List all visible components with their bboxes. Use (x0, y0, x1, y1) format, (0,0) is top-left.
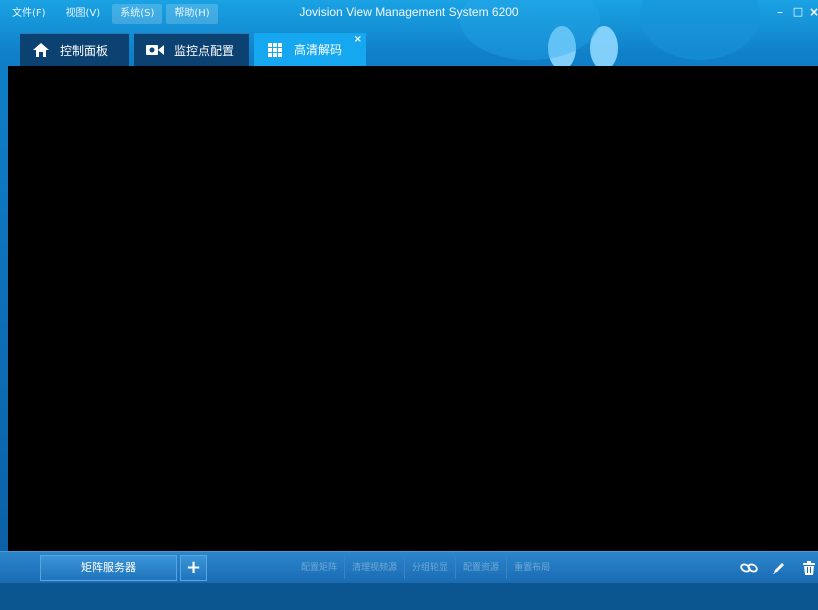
camera-icon (146, 43, 164, 57)
reset-layout-button[interactable]: 重置布局 (507, 557, 557, 579)
link-icon[interactable] (740, 560, 758, 576)
edit-icon[interactable] (770, 560, 788, 576)
configure-matrix-button[interactable]: 配置矩阵 (294, 557, 346, 579)
close-button[interactable]: × (806, 4, 818, 20)
tab-label: 监控点配置 (174, 43, 235, 58)
home-icon (32, 43, 50, 57)
tab-control-panel[interactable]: 控制面板 (20, 33, 129, 66)
video-view-area[interactable] (8, 66, 818, 551)
grid-icon (266, 42, 284, 57)
minimize-button[interactable]: – (772, 4, 788, 20)
title-bar: 文件(F) 视图(V) 系统(S) 帮助(H) Jovision View Ma… (0, 0, 818, 30)
tab-hd-decode[interactable]: 高清解码 × (254, 33, 366, 66)
bottom-toolbar: 矩阵服务器 + 配置矩阵 清理视频源 分组轮显 配置资源 重置布局 (0, 551, 818, 583)
add-button[interactable]: + (180, 555, 207, 581)
group-rotation-button[interactable]: 分组轮显 (405, 557, 457, 579)
delete-icon[interactable] (800, 560, 818, 576)
tab-monitor-config[interactable]: 监控点配置 (134, 33, 249, 66)
app-window: 文件(F) 视图(V) 系统(S) 帮助(H) Jovision View Ma… (0, 0, 818, 610)
status-bar (0, 583, 818, 610)
toolbar-button-group: 配置矩阵 清理视频源 分组轮显 配置资源 重置布局 (294, 557, 557, 579)
matrix-server-button[interactable]: 矩阵服务器 (40, 555, 177, 581)
tab-close-icon[interactable]: × (354, 35, 362, 45)
maximize-button[interactable]: □ (790, 4, 806, 20)
tab-label: 控制面板 (60, 43, 109, 58)
tab-bar: 控制面板 监控点配置 高清解码 × (0, 30, 818, 66)
window-title: Jovision View Management System 6200 (299, 5, 519, 19)
clear-video-source-button[interactable]: 清理视频源 (345, 557, 406, 579)
tab-label: 高清解码 (294, 43, 343, 57)
configure-resource-button[interactable]: 配置资源 (456, 557, 508, 579)
